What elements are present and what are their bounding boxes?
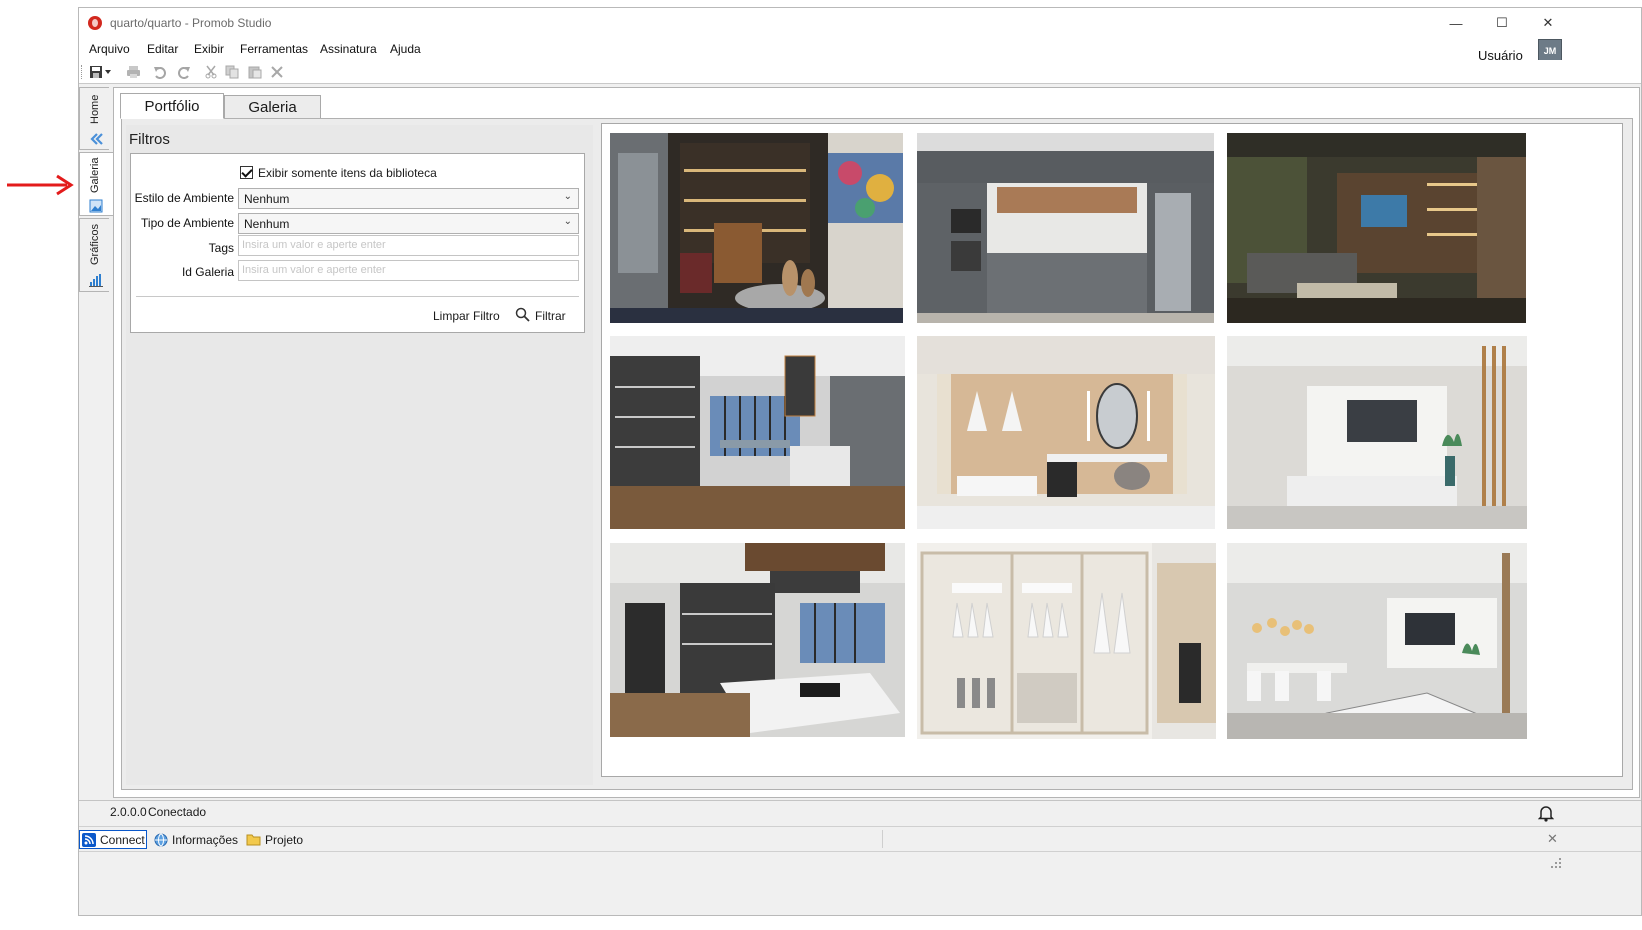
- side-tab-home-label: Home: [89, 94, 101, 124]
- side-tab-galeria-label: Galeria: [89, 157, 101, 193]
- toolbar: [79, 60, 1641, 84]
- side-tab-home[interactable]: Home: [79, 87, 109, 150]
- menu-arquivo[interactable]: Arquivo: [89, 42, 130, 56]
- toolbar-grip: [81, 65, 83, 79]
- divider: [136, 296, 579, 297]
- gallery-item[interactable]: [1227, 543, 1527, 739]
- estilo-value: Nenhum: [244, 192, 290, 206]
- id-galeria-input[interactable]: Insira um valor e aperte enter: [238, 260, 579, 281]
- tags-input[interactable]: Insira um valor e aperte enter: [238, 235, 579, 256]
- rss-icon: [82, 832, 96, 847]
- filters-title: Filtros: [129, 131, 170, 148]
- menu-bar: Arquivo Editar Exibir Ferramentas Assina…: [79, 38, 1641, 60]
- close-panel-icon[interactable]: ✕: [1547, 831, 1558, 847]
- resize-bar: [79, 851, 1641, 871]
- gallery-item[interactable]: [610, 133, 903, 323]
- tab-connect-label: Connect: [100, 832, 145, 847]
- side-tab-graficos-label: Gráficos: [89, 224, 101, 265]
- menu-editar[interactable]: Editar: [147, 42, 178, 56]
- home-arrows-icon: [90, 133, 103, 145]
- bottom-panel-tabs: Connect Informações Projeto ✕: [79, 826, 1641, 850]
- divider: [882, 830, 883, 848]
- chevron-down-icon: ⌄: [563, 216, 572, 227]
- annotation-arrow-icon: [7, 174, 74, 196]
- menu-exibir[interactable]: Exibir: [194, 42, 224, 56]
- gallery-item[interactable]: [610, 543, 905, 737]
- gallery-grid: [601, 123, 1623, 777]
- tab-connect[interactable]: Connect: [79, 830, 147, 849]
- tab-projeto-label: Projeto: [265, 832, 304, 847]
- side-tabs: Home Galeria Gráficos: [79, 87, 114, 798]
- folder-icon: [246, 834, 261, 846]
- tab-projeto[interactable]: Projeto: [246, 830, 303, 849]
- tab-content: Filtros Exibir somente itens da bibliote…: [121, 118, 1633, 790]
- filter-button[interactable]: Filtrar: [535, 309, 566, 323]
- gallery-item[interactable]: [917, 336, 1215, 529]
- redo-icon[interactable]: [175, 64, 191, 80]
- library-only-checkbox[interactable]: [240, 166, 253, 179]
- title-bar: quarto/quarto - Promob Studio — ☐ ✕: [79, 8, 1641, 38]
- version-label: 2.0.0.0: [110, 805, 147, 819]
- menu-ajuda[interactable]: Ajuda: [390, 42, 421, 56]
- cut-icon[interactable]: [203, 64, 219, 80]
- main-panel: Portfólio Galeria Filtros Exibir somente…: [113, 87, 1640, 798]
- gallery-icon: [89, 199, 103, 213]
- chevron-down-icon: ⌄: [563, 191, 572, 202]
- gallery-item[interactable]: [1227, 133, 1526, 323]
- clear-filter-button[interactable]: Limpar Filtro: [433, 309, 500, 323]
- app-window: quarto/quarto - Promob Studio — ☐ ✕ Arqu…: [78, 7, 1642, 916]
- gallery-item[interactable]: [1227, 336, 1527, 529]
- copy-icon[interactable]: [224, 64, 240, 80]
- promob-logo-icon: [88, 16, 102, 30]
- id-galeria-label: Id Galeria: [181, 265, 234, 279]
- gallery-item[interactable]: [917, 543, 1216, 739]
- tab-portfolio[interactable]: Portfólio: [120, 93, 224, 119]
- undo-icon[interactable]: [152, 64, 168, 80]
- tipo-label: Tipo de Ambiente: [141, 216, 234, 230]
- side-tab-galeria[interactable]: Galeria: [79, 152, 114, 216]
- minimize-button[interactable]: —: [1433, 8, 1479, 38]
- estilo-label: Estilo de Ambiente: [134, 191, 234, 205]
- tags-label: Tags: [208, 241, 234, 255]
- tipo-value: Nenhum: [244, 217, 290, 231]
- menu-ferramentas[interactable]: Ferramentas: [240, 42, 308, 56]
- delete-icon[interactable]: [269, 64, 285, 80]
- paste-icon[interactable]: [247, 64, 263, 80]
- status-bar: 2.0.0.0 Conectado: [79, 800, 1641, 824]
- gallery-item[interactable]: [610, 336, 905, 529]
- menu-assinatura[interactable]: Assinatura: [320, 42, 377, 56]
- estilo-select[interactable]: Nenhum ⌄: [238, 188, 579, 209]
- resize-grip-icon[interactable]: [1551, 858, 1561, 868]
- side-tab-graficos[interactable]: Gráficos: [79, 218, 109, 292]
- tab-galeria[interactable]: Galeria: [224, 95, 321, 119]
- window-title: quarto/quarto - Promob Studio: [110, 16, 272, 30]
- print-icon[interactable]: [125, 64, 141, 80]
- tipo-select[interactable]: Nenhum ⌄: [238, 213, 579, 234]
- save-icon[interactable]: [88, 64, 104, 80]
- globe-icon: [154, 833, 168, 846]
- tab-informacoes[interactable]: Informações: [154, 830, 238, 849]
- bell-icon[interactable]: [1538, 804, 1554, 822]
- maximize-button[interactable]: ☐: [1479, 8, 1525, 38]
- filters-panel: Filtros Exibir somente itens da bibliote…: [126, 125, 593, 785]
- close-button[interactable]: ✕: [1525, 8, 1571, 38]
- library-only-label[interactable]: Exibir somente itens da biblioteca: [258, 166, 437, 180]
- filter-box: Exibir somente itens da biblioteca Estil…: [130, 153, 585, 333]
- save-dropdown-icon[interactable]: [103, 64, 113, 80]
- bar-chart-icon: [89, 274, 103, 287]
- tab-informacoes-label: Informações: [172, 832, 239, 847]
- connection-status: Conectado: [148, 805, 207, 819]
- search-icon[interactable]: [515, 307, 530, 322]
- gallery-item[interactable]: [917, 133, 1214, 323]
